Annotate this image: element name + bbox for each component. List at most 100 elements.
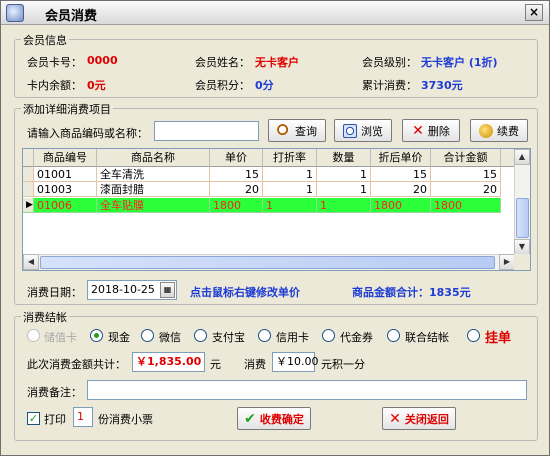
close-x-icon: ✕	[389, 410, 401, 427]
member-name-value: 无卡客户	[255, 56, 299, 69]
horizontal-scroll-thumb[interactable]	[40, 256, 495, 269]
table-header: 商品编号 商品名称 单价 打折率 数量 折后单价 合计金额	[23, 149, 516, 167]
cell-code[interactable]: 01006	[34, 198, 97, 213]
cell-name[interactable]: 全车清洗	[97, 167, 210, 182]
method-combined-label: 联合结帐	[405, 331, 449, 344]
items-table[interactable]: 商品编号 商品名称 单价 打折率 数量 折后单价 合计金额 01001 全车清洗…	[22, 148, 531, 271]
current-row-arrow-icon: ▶	[23, 198, 34, 213]
vertical-scroll-thumb[interactable]	[516, 198, 529, 238]
checkmark-icon: ✔	[244, 410, 256, 427]
member-level-value: 无卡客户 (1折)	[421, 56, 498, 69]
member-consume-window: 会员消费 × 会员信息 会员卡号： 0000 会员姓名： 无卡客户 会员级别： …	[0, 0, 550, 456]
items-sum-total: 商品金额合计：1835元	[352, 286, 471, 299]
cell-discount[interactable]: 1	[263, 198, 317, 213]
row-indicator	[23, 182, 34, 197]
method-stored-card-label: 储值卡	[44, 331, 77, 344]
coins-icon	[479, 123, 493, 138]
cell-net-price[interactable]: 1800	[371, 198, 431, 213]
radio-stored-card[interactable]	[27, 329, 40, 342]
vertical-scrollbar[interactable]: ▲ ▼	[514, 149, 530, 255]
method-wechat-label: 微信	[159, 331, 181, 344]
amount-field[interactable]: ￥1,835.00	[132, 352, 205, 372]
col-header[interactable]: 商品名称	[97, 149, 210, 167]
consume-date-label: 消费日期：	[27, 286, 82, 299]
cell-total[interactable]: 1800	[431, 198, 501, 213]
title-bar: 会员消费 ×	[1, 1, 549, 25]
scroll-up-icon[interactable]: ▲	[514, 149, 530, 165]
print-checkbox[interactable]: ✓	[27, 412, 40, 425]
cell-qty[interactable]: 1	[317, 182, 371, 197]
calendar-icon[interactable]: ▦	[160, 282, 175, 298]
table-row-selected[interactable]: ▶ 01006 全车贴膜 1800 1 1 1800 1800	[23, 198, 501, 213]
cell-price[interactable]: 20	[210, 182, 263, 197]
scrollbar-corner	[514, 254, 530, 270]
browse-icon	[343, 123, 357, 138]
delete-button[interactable]: ✕ 删除	[402, 119, 460, 142]
member-level-label: 会员级别：	[362, 56, 417, 69]
cell-total[interactable]: 15	[431, 167, 501, 182]
cell-price[interactable]: 1800	[210, 198, 263, 213]
consume-per-point-label: 消费	[244, 358, 266, 371]
cell-net-price[interactable]: 15	[371, 167, 431, 182]
remark-label: 消费备注：	[27, 386, 82, 399]
total-consume-label: 累计消费：	[362, 79, 417, 92]
radio-pending[interactable]	[467, 329, 480, 342]
print-suffix: 份消费小票	[98, 413, 153, 426]
radio-alipay[interactable]	[194, 329, 207, 342]
horizontal-scrollbar[interactable]: ◀ ▶	[23, 254, 516, 270]
cell-net-price[interactable]: 20	[371, 182, 431, 197]
balance-value: 0元	[87, 79, 106, 92]
close-button[interactable]: ×	[525, 4, 543, 21]
card-no-label: 会员卡号：	[27, 56, 82, 69]
cell-discount[interactable]: 1	[263, 167, 317, 182]
col-header[interactable]: 数量	[317, 149, 371, 167]
cell-total[interactable]: 20	[431, 182, 501, 197]
points-value: 0分	[255, 79, 274, 92]
table-row[interactable]: 01003 漆面封腊 20 1 1 20 20	[23, 182, 501, 197]
col-header[interactable]: 合计金额	[431, 149, 501, 167]
table-row[interactable]: 01001 全车清洗 15 1 1 15 15	[23, 167, 501, 182]
cell-name[interactable]: 漆面封腊	[97, 182, 210, 197]
cell-discount[interactable]: 1	[263, 182, 317, 197]
amount-label: 此次消费金额共计：	[27, 358, 126, 371]
amount-unit: 元	[210, 358, 221, 371]
close-return-button[interactable]: ✕ 关闭返回	[382, 407, 456, 430]
print-copies-field[interactable]: 1	[73, 407, 93, 427]
browse-button[interactable]: 浏览	[334, 119, 392, 142]
radio-credit-card[interactable]	[258, 329, 271, 342]
col-header[interactable]: 打折率	[263, 149, 317, 167]
cell-code[interactable]: 01003	[34, 182, 97, 197]
scroll-left-icon[interactable]: ◀	[23, 254, 39, 270]
cell-price[interactable]: 15	[210, 167, 263, 182]
search-label: 请输入商品编码或名称：	[27, 127, 148, 140]
col-header[interactable]: 折后单价	[371, 149, 431, 167]
method-credit-card-label: 信用卡	[276, 331, 309, 344]
scroll-right-icon[interactable]: ▶	[499, 254, 515, 270]
print-label: 打印	[44, 413, 66, 426]
radio-cash[interactable]	[90, 329, 103, 342]
scroll-down-icon[interactable]: ▼	[514, 239, 530, 255]
radio-combined[interactable]	[387, 329, 400, 342]
method-voucher-label: 代金券	[340, 331, 373, 344]
points-rate-field[interactable]: ￥10.00	[272, 352, 319, 372]
renew-button[interactable]: 续费	[470, 119, 528, 142]
remark-input[interactable]	[87, 380, 527, 400]
method-alipay-label: 支付宝	[212, 331, 245, 344]
col-header[interactable]: 单价	[210, 149, 263, 167]
cell-code[interactable]: 01001	[34, 167, 97, 182]
row-indicator-header	[23, 149, 34, 167]
cell-qty[interactable]: 1	[317, 167, 371, 182]
cell-qty[interactable]: 1	[317, 198, 371, 213]
settlement-legend: 消费结帐	[21, 309, 69, 325]
query-button[interactable]: 查询	[268, 119, 326, 142]
row-indicator	[23, 167, 34, 182]
col-header[interactable]: 商品编号	[34, 149, 97, 167]
search-input[interactable]	[154, 121, 259, 141]
balance-label: 卡内余额：	[27, 79, 82, 92]
consume-date-picker[interactable]: 2018-10-25 ▦	[87, 280, 177, 300]
radio-voucher[interactable]	[322, 329, 335, 342]
cell-name[interactable]: 全车贴膜	[97, 198, 210, 213]
method-cash-label: 现金	[108, 331, 130, 344]
radio-wechat[interactable]	[141, 329, 154, 342]
confirm-charge-button[interactable]: ✔ 收费确定	[237, 407, 311, 430]
